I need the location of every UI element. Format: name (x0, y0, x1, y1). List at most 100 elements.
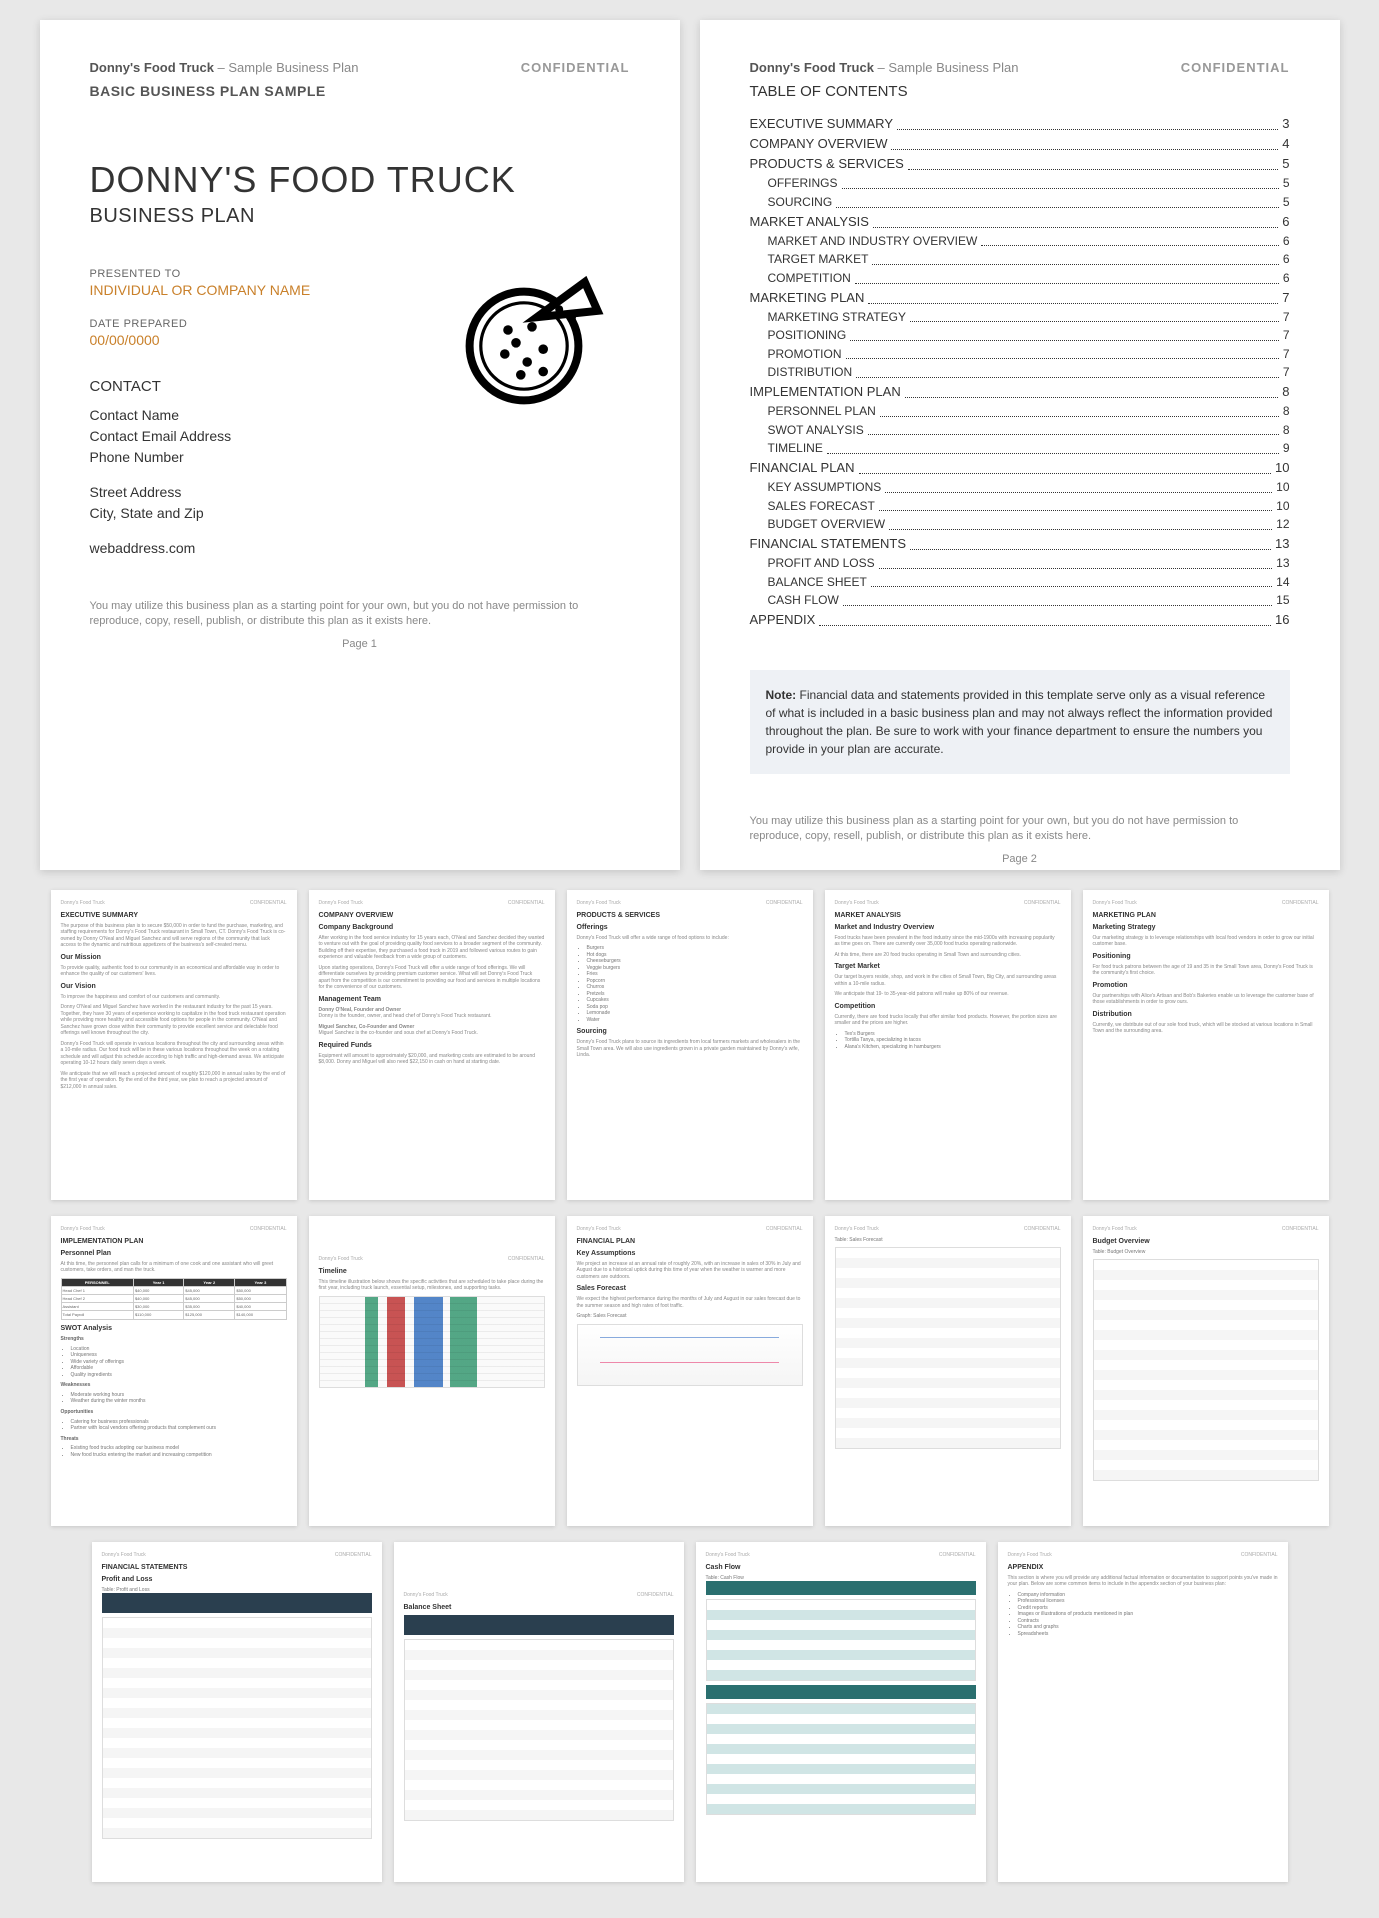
toc-label: MARKETING PLAN (750, 288, 865, 308)
toc-row: APPENDIX 16 (750, 610, 1290, 630)
sample-subheading: BASIC BUSINESS PLAN SAMPLE (90, 83, 630, 99)
toc-label: MARKET ANALYSIS (750, 212, 869, 232)
toc-row: MARKET ANALYSIS 6 (750, 212, 1290, 232)
page-2: Donny's Food Truck – Sample Business Pla… (700, 20, 1340, 870)
toc-row: MARKETING STRATEGY 7 (750, 308, 1290, 327)
thumb-title: EXECUTIVE SUMMARY (61, 911, 287, 920)
toc-page: 7 (1283, 308, 1290, 327)
toc-row: TARGET MARKET6 (750, 250, 1290, 269)
thumb-page-3: Donny's Food TruckCONFIDENTIAL EXECUTIVE… (51, 890, 297, 1200)
cash-flow-table-placeholder (706, 1599, 976, 1681)
toc-label: DISTRIBUTION (768, 363, 853, 382)
toc-row: BUDGET OVERVIEW12 (750, 515, 1290, 534)
toc-label: CASH FLOW (768, 591, 839, 610)
toc-page: 6 (1283, 232, 1290, 251)
toc-label: MARKETING STRATEGY (768, 308, 906, 327)
toc-page: 7 (1282, 288, 1289, 308)
document-title: DONNY'S FOOD TRUCK (90, 159, 630, 201)
toc-label: TIMELINE (768, 439, 823, 458)
toc-row: FINANCIAL PLAN 10 (750, 458, 1290, 478)
thumb-page-10: Donny's Food TruckCONFIDENTIAL FINANCIAL… (567, 1216, 813, 1526)
toc-label: IMPLEMENTATION PLAN (750, 382, 901, 402)
toc-row: BALANCE SHEET14 (750, 573, 1290, 592)
pizza-icon (460, 250, 620, 410)
toc-label: OFFERINGS (768, 174, 838, 193)
toc-label: SWOT ANALYSIS (768, 421, 864, 440)
toc-label: EXECUTIVE SUMMARY (750, 114, 894, 134)
note-box: Note: Financial data and statements prov… (750, 670, 1290, 774)
toc-row: PROFIT AND LOSS13 (750, 554, 1290, 573)
toc-page: 4 (1282, 134, 1289, 154)
toc-label: FINANCIAL PLAN (750, 458, 855, 478)
toc-row: PERSONNEL PLAN8 (750, 402, 1290, 421)
contact-phone: Phone Number (90, 447, 630, 468)
toc-page: 10 (1276, 497, 1289, 516)
toc-page: 7 (1283, 363, 1290, 382)
note-label: Note: (766, 688, 797, 702)
toc-page: 12 (1276, 515, 1289, 534)
toc-page: 6 (1282, 212, 1289, 232)
toc-row: SOURCING 5 (750, 193, 1290, 212)
thumb-page-15: Donny's Food TruckCONFIDENTIAL Cash Flow… (696, 1542, 986, 1882)
thumb-title: COMPANY OVERVIEW (319, 911, 545, 920)
toc-row: PROMOTION7 (750, 345, 1290, 364)
header-brand: Donny's Food Truck (90, 60, 214, 75)
toc-row: TIMELINE9 (750, 439, 1290, 458)
toc-row: CASH FLOW 15 (750, 591, 1290, 610)
toc-page: 13 (1275, 534, 1289, 554)
thumb-title: IMPLEMENTATION PLAN (61, 1237, 287, 1246)
toc-row: OFFERINGS 5 (750, 174, 1290, 193)
thumb-title: Budget Overview (1093, 1237, 1319, 1246)
toc-label: KEY ASSUMPTIONS (768, 478, 882, 497)
toc-row: IMPLEMENTATION PLAN8 (750, 382, 1290, 402)
toc-page: 5 (1283, 193, 1290, 212)
toc-row: EXECUTIVE SUMMARY 3 (750, 114, 1290, 134)
toc-label: PROMOTION (768, 345, 842, 364)
header-suffix: – Sample Business Plan (214, 60, 359, 75)
toc-row: COMPANY OVERVIEW4 (750, 134, 1290, 154)
toc-row: POSITIONING7 (750, 326, 1290, 345)
profit-loss-table-placeholder (102, 1617, 372, 1839)
toc-row: PRODUCTS & SERVICES5 (750, 154, 1290, 174)
thumb-page-11: Donny's Food TruckCONFIDENTIAL Table: Sa… (825, 1216, 1071, 1526)
disclaimer-text: You may utilize this business plan as a … (90, 599, 630, 630)
toc-row: SWOT ANALYSIS 8 (750, 421, 1290, 440)
toc-label: COMPETITION (768, 269, 851, 288)
thumb-page-13: Donny's Food TruckCONFIDENTIAL FINANCIAL… (92, 1542, 382, 1882)
thumb-page-16: Donny's Food TruckCONFIDENTIAL APPENDIX … (998, 1542, 1288, 1882)
thumb-page-7: Donny's Food TruckCONFIDENTIAL MARKETING… (1083, 890, 1329, 1200)
toc-label: APPENDIX (750, 610, 816, 630)
thumb-page-6: Donny's Food TruckCONFIDENTIAL MARKET AN… (825, 890, 1071, 1200)
toc-page: 14 (1276, 573, 1289, 592)
disclaimer-text: You may utilize this business plan as a … (750, 814, 1290, 845)
toc-row: MARKET AND INDUSTRY OVERVIEW6 (750, 232, 1290, 251)
toc-label: SOURCING (768, 193, 833, 212)
toc-page: 10 (1275, 458, 1289, 478)
contact-city: City, State and Zip (90, 503, 630, 524)
thumb-title: MARKET ANALYSIS (835, 911, 1061, 920)
toc-page: 13 (1276, 554, 1289, 573)
toc-page: 15 (1276, 591, 1289, 610)
toc-row: KEY ASSUMPTIONS10 (750, 478, 1290, 497)
balance-sheet-table-placeholder (404, 1639, 674, 1821)
thumb-title: Balance Sheet (404, 1603, 674, 1612)
toc-page: 16 (1275, 610, 1289, 630)
thumb-title: Cash Flow (706, 1563, 976, 1572)
toc-label: PERSONNEL PLAN (768, 402, 876, 421)
thumb-page-14: Donny's Food TruckCONFIDENTIAL Balance S… (394, 1542, 684, 1882)
thumb-page-12: Donny's Food TruckCONFIDENTIAL Budget Ov… (1083, 1216, 1329, 1526)
toc-label: PRODUCTS & SERVICES (750, 154, 904, 174)
toc-label: FINANCIAL STATEMENTS (750, 534, 907, 554)
contact-web: webaddress.com (90, 538, 630, 559)
toc-label: TARGET MARKET (768, 250, 869, 269)
cash-flow-table-placeholder-2 (706, 1703, 976, 1815)
toc-page: 3 (1282, 114, 1289, 134)
thumb-page-8: Donny's Food TruckCONFIDENTIAL IMPLEMENT… (51, 1216, 297, 1526)
sales-forecast-table-placeholder (835, 1247, 1061, 1449)
toc-page: 5 (1283, 174, 1290, 193)
line-chart-placeholder (577, 1324, 803, 1386)
page-1: Donny's Food Truck – Sample Business Pla… (40, 20, 680, 870)
thumb-title: PRODUCTS & SERVICES (577, 911, 803, 920)
toc-page: 8 (1283, 421, 1290, 440)
toc-heading: TABLE OF CONTENTS (750, 83, 1290, 100)
